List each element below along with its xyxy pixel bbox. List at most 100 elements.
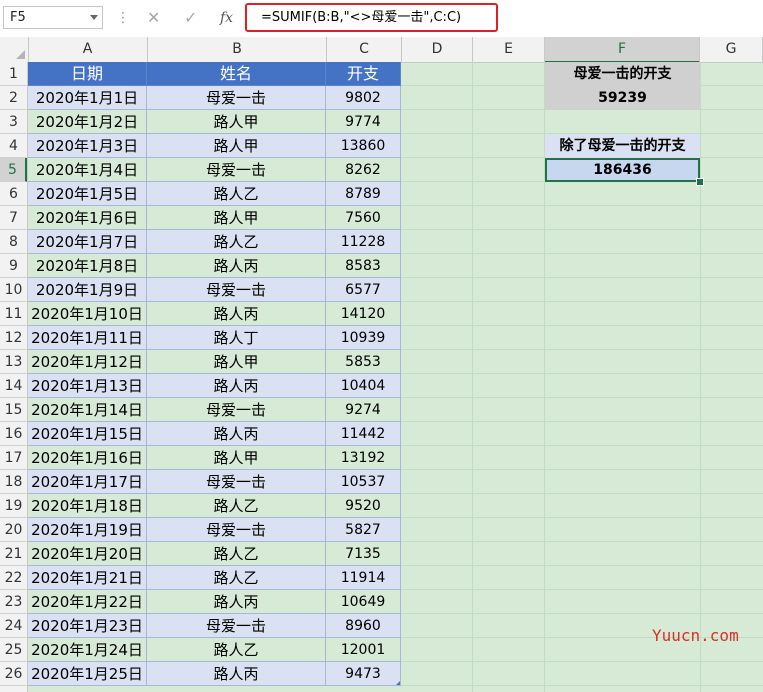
name-box[interactable]: F5 <box>3 6 103 29</box>
row-header-7[interactable]: 7 <box>0 206 27 230</box>
column-header-d[interactable]: D <box>402 37 473 62</box>
expense-cell[interactable]: 9473 <box>326 662 401 686</box>
row-header-22[interactable]: 22 <box>0 566 27 590</box>
select-all-button[interactable] <box>0 37 29 62</box>
date-cell[interactable]: 2020年1月25日 <box>28 662 147 686</box>
expense-cell[interactable]: 11442 <box>326 422 401 446</box>
header-expense[interactable]: 开支 <box>326 62 401 86</box>
expense-cell[interactable]: 13860 <box>326 134 401 158</box>
date-cell[interactable]: 2020年1月9日 <box>28 278 147 302</box>
date-cell[interactable]: 2020年1月22日 <box>28 590 147 614</box>
expense-cell[interactable]: 13192 <box>326 446 401 470</box>
row-header-20[interactable]: 20 <box>0 518 27 542</box>
header-date[interactable]: 日期 <box>28 62 147 86</box>
row-header-5[interactable]: 5 <box>0 158 27 182</box>
date-cell[interactable]: 2020年1月15日 <box>28 422 147 446</box>
date-cell[interactable]: 2020年1月17日 <box>28 470 147 494</box>
insert-function-icon[interactable]: fx <box>220 8 233 28</box>
date-cell[interactable]: 2020年1月11日 <box>28 326 147 350</box>
date-cell[interactable]: 2020年1月7日 <box>28 230 147 254</box>
expense-cell[interactable]: 9520 <box>326 494 401 518</box>
row-header-8[interactable]: 8 <box>0 230 27 254</box>
enter-icon[interactable]: ✓ <box>184 8 197 28</box>
name-cell[interactable]: 母爱一击 <box>147 518 326 542</box>
expense-cell[interactable]: 8583 <box>326 254 401 278</box>
expense-cell[interactable]: 8262 <box>326 158 401 182</box>
row-header-1[interactable]: 1 <box>0 62 27 86</box>
expense-cell[interactable]: 10404 <box>326 374 401 398</box>
expense-cell[interactable]: 11228 <box>326 230 401 254</box>
row-header-14[interactable]: 14 <box>0 374 27 398</box>
expense-cell[interactable]: 11914 <box>326 566 401 590</box>
row-header-3[interactable]: 3 <box>0 110 27 134</box>
expense-cell[interactable]: 7135 <box>326 542 401 566</box>
name-cell[interactable]: 路人甲 <box>147 350 326 374</box>
formula-input[interactable]: =SUMIF(B:B,"<>母爱一击",C:C) <box>245 3 498 32</box>
expense-cell[interactable]: 12001 <box>326 638 401 662</box>
row-header-6[interactable]: 6 <box>0 182 27 206</box>
date-cell[interactable]: 2020年1月23日 <box>28 614 147 638</box>
name-cell[interactable]: 路人甲 <box>147 134 326 158</box>
date-cell[interactable]: 2020年1月5日 <box>28 182 147 206</box>
expense-cell[interactable]: 10537 <box>326 470 401 494</box>
name-cell[interactable]: 路人丙 <box>147 590 326 614</box>
summary-value-cell[interactable]: 59239 <box>545 86 700 110</box>
cancel-icon[interactable]: ✕ <box>147 8 160 28</box>
expense-cell[interactable]: 6577 <box>326 278 401 302</box>
expense-cell[interactable]: 9774 <box>326 110 401 134</box>
date-cell[interactable]: 2020年1月24日 <box>28 638 147 662</box>
name-cell[interactable]: 路人甲 <box>147 206 326 230</box>
name-cell[interactable]: 路人丙 <box>147 422 326 446</box>
row-header-21[interactable]: 21 <box>0 542 27 566</box>
name-cell[interactable]: 路人丙 <box>147 662 326 686</box>
name-cell[interactable]: 母爱一击 <box>147 470 326 494</box>
row-header-9[interactable]: 9 <box>0 254 27 278</box>
expense-cell[interactable]: 5827 <box>326 518 401 542</box>
row-header-10[interactable]: 10 <box>0 278 27 302</box>
column-header-c[interactable]: C <box>327 37 402 62</box>
name-cell[interactable]: 路人乙 <box>147 566 326 590</box>
date-cell[interactable]: 2020年1月12日 <box>28 350 147 374</box>
name-cell[interactable]: 路人甲 <box>147 110 326 134</box>
date-cell[interactable]: 2020年1月3日 <box>28 134 147 158</box>
expense-cell[interactable]: 8960 <box>326 614 401 638</box>
expense-cell[interactable]: 10939 <box>326 326 401 350</box>
row-header-17[interactable]: 17 <box>0 446 27 470</box>
column-header-b[interactable]: B <box>148 37 327 62</box>
date-cell[interactable]: 2020年1月19日 <box>28 518 147 542</box>
name-cell[interactable]: 母爱一击 <box>147 158 326 182</box>
sheet-grid[interactable]: 日期 姓名 开支 2020年1月1日 母爱一击 9802 2020年1月2日 路人甲 97… <box>28 62 763 692</box>
name-cell[interactable]: 路人乙 <box>147 230 326 254</box>
date-cell[interactable]: 2020年1月10日 <box>28 302 147 326</box>
row-header-12[interactable]: 12 <box>0 326 27 350</box>
summary-label-cell[interactable]: 母爱一击的开支 <box>545 62 700 86</box>
column-header-a[interactable]: A <box>28 37 148 62</box>
row-header-25[interactable]: 25 <box>0 638 27 662</box>
name-cell[interactable]: 路人丁 <box>147 326 326 350</box>
expense-cell[interactable]: 7560 <box>326 206 401 230</box>
table-resize-handle-icon[interactable] <box>396 681 400 685</box>
name-cell[interactable]: 路人丙 <box>147 254 326 278</box>
expense-cell[interactable]: 10649 <box>326 590 401 614</box>
fill-handle[interactable] <box>696 178 704 186</box>
row-header-16[interactable]: 16 <box>0 422 27 446</box>
date-cell[interactable]: 2020年1月8日 <box>28 254 147 278</box>
expense-cell[interactable]: 14120 <box>326 302 401 326</box>
name-cell[interactable]: 路人乙 <box>147 182 326 206</box>
date-cell[interactable]: 2020年1月16日 <box>28 446 147 470</box>
row-header-18[interactable]: 18 <box>0 470 27 494</box>
name-cell[interactable]: 路人甲 <box>147 446 326 470</box>
date-cell[interactable]: 2020年1月20日 <box>28 542 147 566</box>
row-header-11[interactable]: 11 <box>0 302 27 326</box>
name-cell[interactable]: 路人乙 <box>147 542 326 566</box>
row-header-24[interactable]: 24 <box>0 614 27 638</box>
active-cell[interactable]: 186436 <box>545 158 700 182</box>
date-cell[interactable]: 2020年1月13日 <box>28 374 147 398</box>
row-header-13[interactable]: 13 <box>0 350 27 374</box>
row-header-2[interactable]: 2 <box>0 86 27 110</box>
expense-cell[interactable]: 9802 <box>326 86 401 110</box>
date-cell[interactable]: 2020年1月1日 <box>28 86 147 110</box>
row-header-26[interactable]: 26 <box>0 662 27 686</box>
date-cell[interactable]: 2020年1月14日 <box>28 398 147 422</box>
expense-cell[interactable]: 9274 <box>326 398 401 422</box>
